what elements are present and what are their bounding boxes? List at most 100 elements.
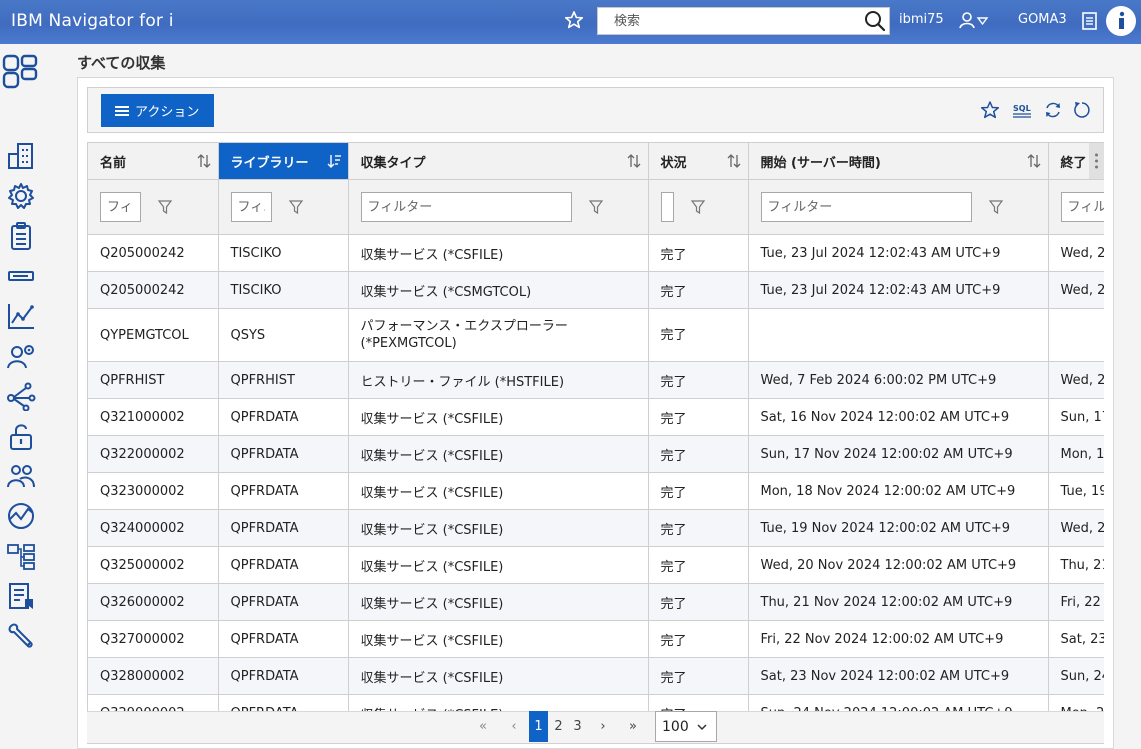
app-title[interactable]: IBM Navigator for i	[11, 11, 174, 31]
unlock-icon[interactable]	[6, 421, 36, 451]
cell-library: QPFRDATA	[218, 546, 349, 584]
column-header-status[interactable]: 状況	[648, 142, 749, 180]
search-input[interactable]	[614, 8, 854, 34]
sql-icon[interactable]: SQL	[1011, 100, 1033, 120]
cell-end: Thu, 21	[1048, 546, 1104, 584]
filter-cell-end	[1048, 179, 1104, 235]
favorite-icon[interactable]	[980, 100, 1000, 120]
page-2-button[interactable]: 2	[549, 711, 568, 742]
table-row[interactable]: QPFRHIST QPFRHIST ヒストリー・ファイル (*HSTFILE) …	[88, 361, 1104, 399]
cell-type: 収集サービス (*CSFILE)	[348, 234, 649, 272]
clipboard-icon[interactable]	[6, 221, 36, 251]
table-row[interactable]: Q327000002 QPFRDATA 収集サービス (*CSFILE) 完了 …	[88, 620, 1104, 658]
next-page-button[interactable]: ›	[592, 711, 614, 742]
cell-end: Tue, 19	[1048, 472, 1104, 510]
page-size-select[interactable]: 100	[655, 711, 717, 742]
cell-type: 収集サービス (*CSFILE)	[348, 472, 649, 510]
table-row[interactable]: Q329000002 QPFRDATA 収集サービス (*CSFILE) 完了 …	[88, 694, 1104, 711]
filter-input-end[interactable]	[1060, 192, 1104, 222]
gear-icon[interactable]	[6, 181, 36, 211]
search-box[interactable]	[597, 7, 890, 35]
filter-icon[interactable]	[157, 199, 173, 215]
column-header-library[interactable]: ライブラリー	[218, 142, 349, 180]
cell-library: QPFRDATA	[218, 657, 349, 695]
system-name[interactable]: GOMA3	[1018, 12, 1067, 27]
cell-library: QPFRDATA	[218, 509, 349, 547]
network-icon[interactable]	[6, 381, 36, 411]
cell-start: Tue, 19 Nov 2024 12:00:02 AM UTC+9	[748, 509, 1049, 547]
user-name: ibmi75	[899, 12, 944, 27]
users-icon[interactable]	[6, 461, 36, 491]
building-icon[interactable]	[6, 141, 36, 171]
cell-status: 完了	[648, 271, 749, 309]
filter-icon[interactable]	[288, 199, 304, 215]
filter-icon[interactable]	[588, 199, 604, 215]
reset-icon[interactable]	[1072, 100, 1092, 120]
dashboard-icon[interactable]	[2, 54, 38, 90]
chart-line-icon[interactable]	[6, 301, 36, 331]
star-icon[interactable]	[564, 10, 584, 30]
cell-end: Sun, 24	[1048, 657, 1104, 695]
refresh-icon[interactable]	[1043, 100, 1063, 120]
hierarchy-icon[interactable]	[6, 541, 36, 571]
cell-end: Sun, 17	[1048, 398, 1104, 436]
user-gear-icon[interactable]	[6, 341, 36, 371]
column-header-type[interactable]: 収集タイプ	[348, 142, 649, 180]
page-3-button[interactable]: 3	[568, 711, 587, 742]
table-row[interactable]: Q323000002 QPFRDATA 収集サービス (*CSFILE) 完了 …	[88, 472, 1104, 510]
search-icon[interactable]	[863, 9, 887, 33]
cell-start: Mon, 18 Nov 2024 12:00:02 AM UTC+9	[748, 472, 1049, 510]
table-row[interactable]: Q325000002 QPFRDATA 収集サービス (*CSFILE) 完了 …	[88, 546, 1104, 584]
cell-name: Q327000002	[88, 620, 219, 658]
cell-start: Wed, 7 Feb 2024 6:00:02 PM UTC+9	[748, 361, 1049, 399]
first-page-button[interactable]: «	[472, 711, 494, 742]
sort-icon[interactable]	[196, 153, 212, 169]
cell-name: Q321000002	[88, 398, 219, 436]
cell-type: 収集サービス (*CSFILE)	[348, 509, 649, 547]
wrench-icon[interactable]	[6, 621, 36, 651]
table-row[interactable]: Q322000002 QPFRDATA 収集サービス (*CSFILE) 完了 …	[88, 435, 1104, 473]
table-row[interactable]: Q326000002 QPFRDATA 収集サービス (*CSFILE) 完了 …	[88, 583, 1104, 621]
cell-name: Q205000242	[88, 271, 219, 309]
toolbar	[87, 87, 1104, 133]
cell-end: Wed, 24	[1048, 271, 1104, 309]
cell-start: Wed, 20 Nov 2024 12:00:02 AM UTC+9	[748, 546, 1049, 584]
column-options-handle[interactable]	[1089, 143, 1104, 179]
sort-descending-icon[interactable]	[326, 153, 342, 169]
prev-page-button[interactable]: ‹	[503, 711, 525, 742]
cell-start: Fri, 22 Nov 2024 12:00:02 AM UTC+9	[748, 620, 1049, 658]
sort-icon[interactable]	[626, 153, 642, 169]
filter-input-status[interactable]	[660, 192, 674, 222]
table-row[interactable]: Q205000242 TISCIKO 収集サービス (*CSMGTCOL) 完了…	[88, 271, 1104, 309]
cell-status: 完了	[648, 694, 749, 711]
table-row[interactable]: Q321000002 QPFRDATA 収集サービス (*CSFILE) 完了 …	[88, 398, 1104, 436]
filter-icon[interactable]	[988, 199, 1004, 215]
sort-icon[interactable]	[726, 153, 742, 169]
document-icon[interactable]	[1081, 11, 1099, 31]
table-row[interactable]: Q324000002 QPFRDATA 収集サービス (*CSFILE) 完了 …	[88, 509, 1104, 547]
cell-end: Wed, 24	[1048, 234, 1104, 272]
filter-input-library[interactable]	[230, 192, 272, 222]
performance-icon[interactable]	[6, 501, 36, 531]
filter-icon[interactable]	[690, 199, 706, 215]
filter-input-start[interactable]	[760, 192, 972, 222]
table-row[interactable]: Q205000242 TISCIKO 収集サービス (*CSFILE) 完了 T…	[88, 234, 1104, 272]
cell-type: 収集サービス (*CSFILE)	[348, 657, 649, 695]
page-1-button[interactable]: 1	[529, 711, 548, 742]
cell-status: 完了	[648, 620, 749, 658]
report-icon[interactable]	[6, 581, 36, 611]
table-row[interactable]: Q328000002 QPFRDATA 収集サービス (*CSFILE) 完了 …	[88, 657, 1104, 695]
column-header-name[interactable]: 名前	[88, 142, 219, 180]
cell-end: Wed, 20	[1048, 509, 1104, 547]
action-button[interactable]: アクション	[101, 94, 214, 127]
filter-input-name[interactable]	[100, 192, 141, 222]
top-header: IBM Navigator for i ibmi75 GOMA3	[0, 0, 1141, 44]
user-menu-icon[interactable]	[958, 11, 990, 31]
sort-icon[interactable]	[1026, 153, 1042, 169]
last-page-button[interactable]: »	[622, 711, 644, 742]
info-icon[interactable]	[1106, 6, 1136, 36]
column-header-start[interactable]: 開始 (サーバー時間)	[748, 142, 1049, 180]
server-icon[interactable]	[6, 261, 36, 291]
filter-input-type[interactable]	[360, 192, 572, 222]
table-row[interactable]: QYPEMGTCOL QSYS パフォーマンス・エクスプローラー (*PEXMG…	[88, 308, 1104, 362]
